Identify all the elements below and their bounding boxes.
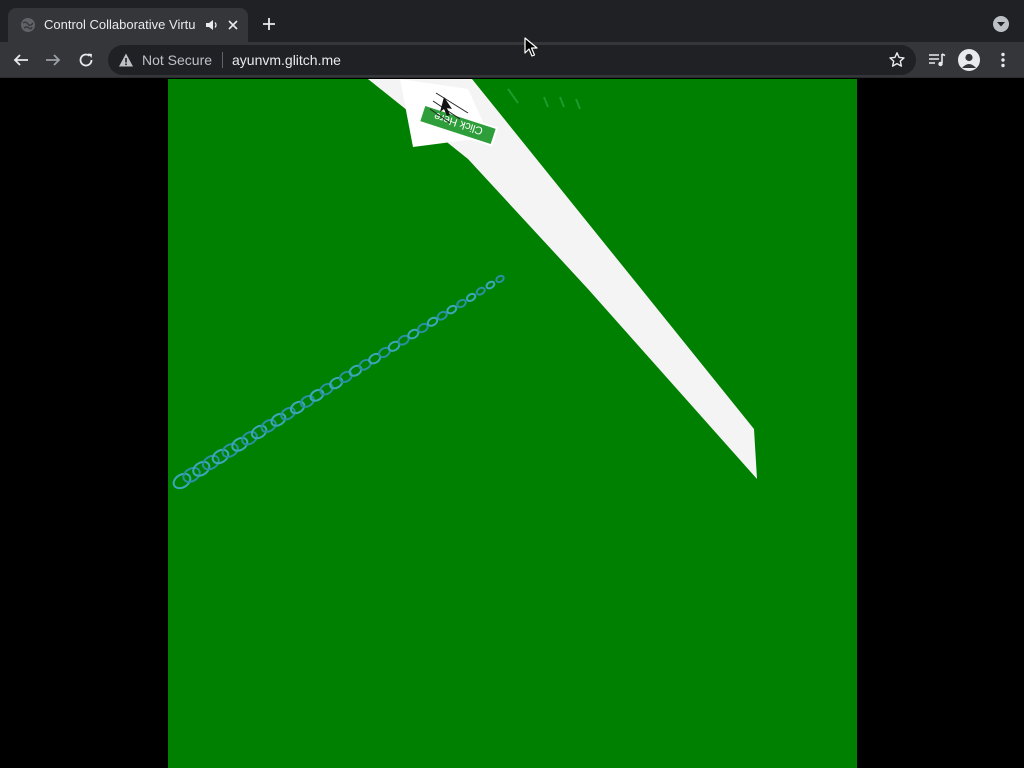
page-viewport: Click Here bbox=[0, 79, 1024, 768]
speaker-icon[interactable] bbox=[204, 17, 220, 33]
back-button[interactable] bbox=[8, 47, 34, 73]
chain-ring bbox=[329, 376, 344, 390]
vr-scene-canvas[interactable]: Click Here bbox=[168, 79, 857, 768]
browser-menu-button[interactable] bbox=[992, 49, 1014, 71]
warning-triangle-icon[interactable] bbox=[118, 52, 134, 68]
chain-ring bbox=[485, 280, 496, 290]
arrow-left-icon bbox=[13, 54, 28, 66]
chain-ring bbox=[446, 304, 458, 315]
profile-avatar-icon[interactable] bbox=[958, 49, 980, 71]
media-control-icon bbox=[929, 53, 946, 67]
scene-render: Click Here bbox=[172, 79, 757, 490]
reload-icon bbox=[79, 53, 93, 67]
person-icon bbox=[962, 53, 976, 68]
arrow-right-icon bbox=[46, 54, 61, 66]
tab-strip: Control Collaborative Virtu bbox=[0, 0, 1024, 42]
teleport-chain bbox=[172, 274, 505, 490]
tab-title: Control Collaborative Virtu bbox=[44, 17, 196, 32]
mouse-cursor-icon bbox=[524, 37, 538, 57]
globe-icon bbox=[21, 18, 35, 32]
chain-ring bbox=[319, 382, 334, 396]
security-status-label[interactable]: Not Secure bbox=[142, 52, 212, 68]
new-tab-button[interactable] bbox=[258, 13, 280, 35]
chain-ring bbox=[465, 292, 477, 302]
chain-ring bbox=[456, 298, 467, 309]
chain-ring bbox=[495, 274, 505, 284]
chain-ring bbox=[348, 364, 363, 377]
star-icon[interactable] bbox=[888, 51, 906, 69]
close-icon bbox=[228, 20, 238, 30]
distant-markers bbox=[507, 88, 581, 110]
omnibox-divider bbox=[222, 52, 223, 68]
chain-ring bbox=[475, 286, 486, 296]
reload-button[interactable] bbox=[73, 47, 99, 73]
address-bar[interactable]: Not Secure ayunvm.glitch.me bbox=[108, 45, 916, 75]
url-text[interactable]: ayunvm.glitch.me bbox=[232, 52, 341, 68]
close-tab-button[interactable] bbox=[224, 16, 242, 34]
chain-ring bbox=[358, 358, 372, 371]
browser-toolbar: Not Secure ayunvm.glitch.me bbox=[0, 42, 1024, 78]
media-control-button[interactable] bbox=[926, 49, 948, 71]
active-tab[interactable]: Control Collaborative Virtu bbox=[8, 8, 248, 42]
chain-ring bbox=[338, 370, 353, 384]
plus-icon bbox=[263, 18, 275, 30]
chevron-down-circle-icon[interactable] bbox=[992, 15, 1010, 33]
kebab-menu-icon bbox=[1001, 52, 1005, 68]
forward-button[interactable] bbox=[40, 47, 66, 73]
chain-ring bbox=[436, 310, 448, 321]
